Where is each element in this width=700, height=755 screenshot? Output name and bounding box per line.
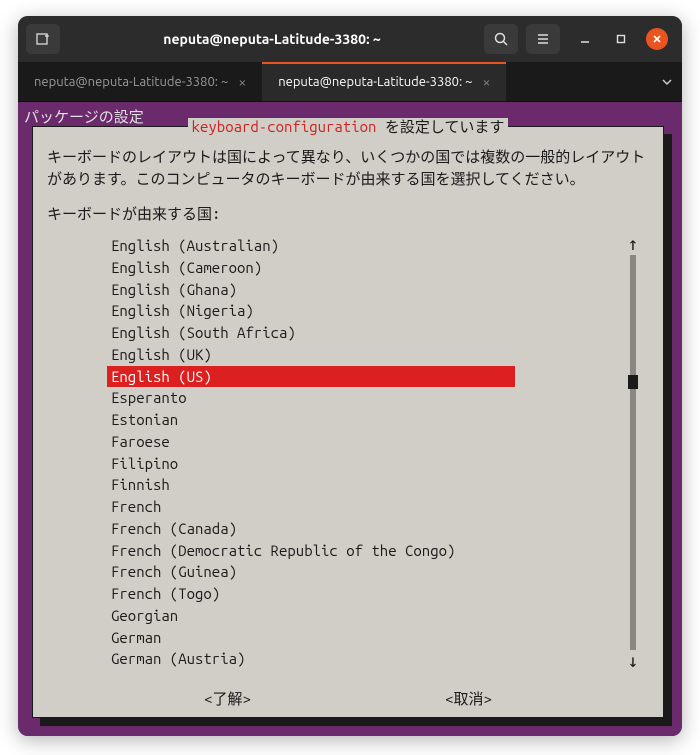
list-item[interactable]: Esperanto xyxy=(107,387,625,409)
list-item[interactable]: French xyxy=(107,496,625,518)
dialog-title-suffix: を設定しています xyxy=(376,118,504,135)
list-item[interactable]: French (Togo) xyxy=(107,583,625,605)
tab-close-icon[interactable]: × xyxy=(238,74,246,90)
list-item[interactable]: Georgian xyxy=(107,605,625,627)
search-icon xyxy=(493,31,509,47)
scrollbar-track[interactable] xyxy=(630,255,636,650)
list-area: English (Australian)English (Cameroon)En… xyxy=(107,235,641,670)
list-item[interactable]: French (Guinea) xyxy=(107,561,625,583)
list-item[interactable]: English (UK) xyxy=(107,344,625,366)
list-item[interactable]: Faroese xyxy=(107,431,625,453)
titlebar: neputa@neputa-Latitude-3380: ~ xyxy=(18,16,682,62)
dialog-title-name: keyboard-configuration xyxy=(192,118,377,135)
config-dialog: keyboard-configuration を設定しています キーボードのレイ… xyxy=(32,126,664,718)
hamburger-icon xyxy=(535,31,551,47)
list-item[interactable]: Finnish xyxy=(107,474,625,496)
new-tab-button[interactable] xyxy=(26,24,60,54)
search-button[interactable] xyxy=(484,24,518,54)
tabbar: neputa@neputa-Latitude-3380: ~ × neputa@… xyxy=(18,62,682,102)
hamburger-menu-button[interactable] xyxy=(526,24,560,54)
list-item[interactable]: Filipino xyxy=(107,453,625,475)
cancel-button[interactable]: <取消> xyxy=(445,688,492,710)
list-item[interactable]: French (Democratic Republic of the Congo… xyxy=(107,540,625,562)
tab-label: neputa@neputa-Latitude-3380: ~ xyxy=(34,75,228,89)
scroll-up-arrow-icon[interactable]: ↑ xyxy=(628,235,639,253)
dialog-wrap: keyboard-configuration を設定しています キーボードのレイ… xyxy=(32,126,670,724)
scroll-down-arrow-icon[interactable]: ↓ xyxy=(628,652,639,670)
list-item[interactable]: Estonian xyxy=(107,409,625,431)
window-title: neputa@neputa-Latitude-3380: ~ xyxy=(68,31,476,47)
tab-label: neputa@neputa-Latitude-3380: ~ xyxy=(278,75,472,89)
scrollbar-thumb[interactable] xyxy=(628,375,638,389)
chevron-down-icon xyxy=(661,76,673,88)
minimize-button[interactable] xyxy=(574,28,596,50)
maximize-button[interactable] xyxy=(610,28,632,50)
dialog-prompt: キーボードが由来する国: xyxy=(47,203,649,225)
list-item[interactable]: German (Austria) xyxy=(107,648,625,670)
tab-1[interactable]: neputa@neputa-Latitude-3380: ~ × xyxy=(262,62,506,101)
maximize-icon xyxy=(615,33,627,45)
window-controls xyxy=(568,28,674,50)
tab-close-icon[interactable]: × xyxy=(483,74,491,90)
list-item[interactable]: English (US) xyxy=(107,366,515,388)
new-tab-icon xyxy=(35,31,51,47)
close-icon xyxy=(651,33,663,45)
list-item[interactable]: German xyxy=(107,627,625,649)
dialog-buttons: <了解> <取消> xyxy=(47,688,649,710)
dialog-body: キーボードのレイアウトは国によって異なり、いくつかの国では複数の一般的レイアウト… xyxy=(33,142,663,718)
list-item[interactable]: French (Canada) xyxy=(107,518,625,540)
minimize-icon xyxy=(579,33,591,45)
tab-0[interactable]: neputa@neputa-Latitude-3380: ~ × xyxy=(18,62,262,101)
close-button[interactable] xyxy=(646,28,668,50)
list-item[interactable]: English (South Africa) xyxy=(107,322,625,344)
terminal-window: neputa@neputa-Latitude-3380: ~ neputa@ne… xyxy=(18,16,682,736)
tab-dropdown-button[interactable] xyxy=(652,62,682,101)
dialog-description: キーボードのレイアウトは国によって異なり、いくつかの国では複数の一般的レイアウト… xyxy=(47,146,649,190)
list-item[interactable]: English (Cameroon) xyxy=(107,257,625,279)
terminal-area: パッケージの設定 keyboard-configuration を設定しています… xyxy=(18,102,682,736)
list-item[interactable]: English (Ghana) xyxy=(107,279,625,301)
ok-button[interactable]: <了解> xyxy=(204,688,251,710)
country-list[interactable]: English (Australian)English (Cameroon)En… xyxy=(107,235,625,670)
list-item[interactable]: English (Nigeria) xyxy=(107,300,625,322)
list-item[interactable]: English (Australian) xyxy=(107,235,625,257)
dialog-title: keyboard-configuration を設定しています xyxy=(33,116,663,138)
scrollbar[interactable]: ↑ ↓ xyxy=(625,235,641,670)
